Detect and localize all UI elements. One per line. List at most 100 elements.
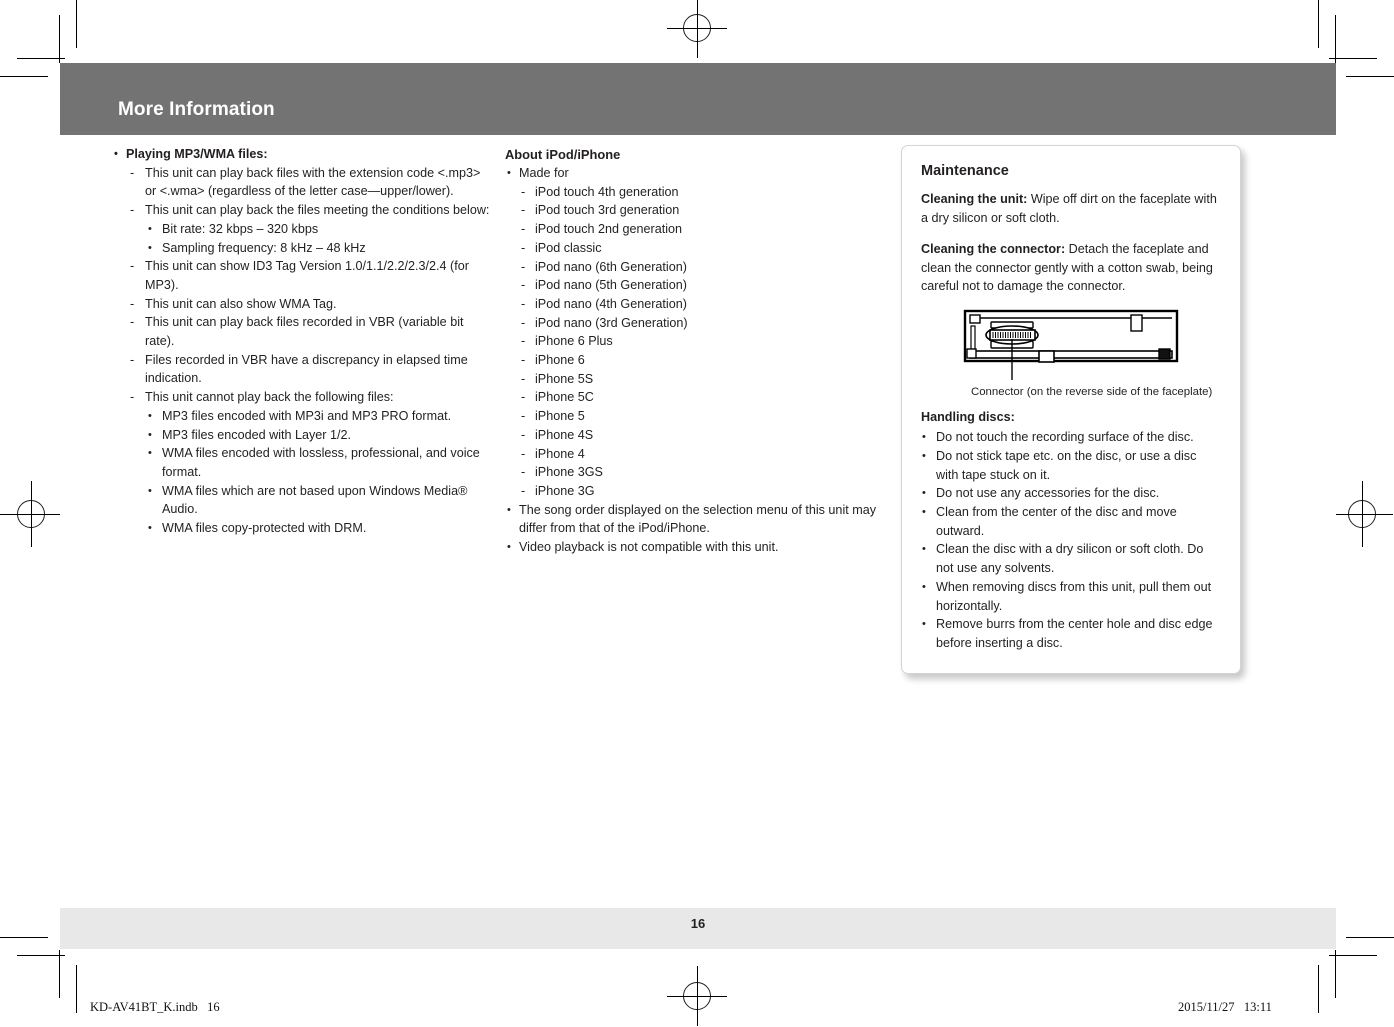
list-item: - iPhone 6 Plus: [505, 332, 877, 351]
list-item-text: iPhone 4: [535, 446, 585, 461]
crop-mark-tr-horizontal-outer: [1346, 76, 1394, 77]
bullet-dash-icon: -: [521, 296, 526, 311]
list-item: - iPhone 4S: [505, 426, 877, 445]
print-slug-timestamp: 2015/11/27 13:11: [1178, 1000, 1272, 1014]
bullet-round-icon: •: [507, 167, 511, 179]
list-item: - iPod touch 2nd generation: [505, 220, 877, 239]
list-item: • MP3 files encoded with MP3i and MP3 PR…: [112, 407, 494, 426]
list-item: - iPhone 5: [505, 407, 877, 426]
cleaning-the-unit-paragraph: Cleaning the unit: Wipe off dirt on the …: [921, 190, 1221, 227]
bullet-dash-icon: -: [521, 353, 526, 368]
bullet-dash-icon: -: [521, 483, 526, 498]
column2-heading: About iPod/iPhone: [505, 147, 621, 162]
bullet-round-icon: •: [148, 447, 152, 460]
list-item: • When removing discs from this unit, pu…: [921, 578, 1221, 615]
list-item: - iPod nano (4th Generation): [505, 295, 877, 314]
list-item: - iPod nano (5th Generation): [505, 276, 877, 295]
crop-mark-tr-horizontal-inner: [1329, 58, 1377, 59]
list-item: • Do not touch the recording surface of …: [921, 428, 1221, 447]
column-ipod-iphone: About iPod/iPhone • Made for - iPod touc…: [505, 145, 877, 557]
bullet-dash-icon: -: [521, 409, 526, 424]
list-item: - iPod nano (3rd Generation): [505, 314, 877, 333]
list-item-text: WMA files which are not based upon Windo…: [162, 483, 468, 517]
bullet-dash-icon: -: [130, 352, 135, 367]
bullet-round-icon: •: [922, 618, 926, 631]
bullet-dash-icon: -: [130, 259, 135, 274]
list-item-text: This unit can play back files recorded i…: [145, 315, 464, 349]
list-item: • The song order displayed on the select…: [505, 501, 877, 538]
bullet-dash-icon: -: [521, 315, 526, 330]
print-slug-filename: KD-AV41BT_K.indb 16: [90, 1000, 220, 1014]
bullet-dash-icon: -: [521, 259, 526, 274]
list-item: - iPhone 6: [505, 351, 877, 370]
list-item-text: Bit rate: 32 kbps – 320 kbps: [162, 221, 319, 236]
crop-mark-br-vertical-outer: [1318, 965, 1319, 1013]
bullet-round-icon: •: [922, 431, 926, 444]
crop-mark-bl-vertical-outer: [76, 965, 77, 1013]
bullet-dash-icon: -: [521, 240, 526, 255]
list-item-text: iPod nano (6th Generation): [535, 259, 687, 274]
bullet-round-icon: •: [507, 541, 511, 554]
column1-heading-text: Playing MP3/WMA files:: [126, 147, 268, 161]
list-item: • WMA files which are not based upon Win…: [112, 482, 494, 519]
cleaning-the-unit-label: Cleaning the unit:: [921, 192, 1028, 206]
list-item-text: Remove burrs from the center hole and di…: [936, 617, 1213, 650]
bullet-dash-icon: -: [521, 390, 526, 405]
crop-mark-bl-vertical-inner: [59, 950, 60, 998]
crop-mark-tr-vertical-inner: [1335, 15, 1336, 63]
list-item-text: iPod classic: [535, 240, 602, 255]
bullet-dash-icon: -: [521, 446, 526, 461]
list-item-text: iPhone 4S: [535, 427, 594, 442]
list-item-text: This unit can show ID3 Tag Version 1.0/1…: [145, 259, 469, 292]
list-item: • Clean from the center of the disc and …: [921, 503, 1221, 540]
list-item: • Do not use any accessories for the dis…: [921, 484, 1221, 503]
bullet-round-icon: •: [148, 428, 152, 441]
bullet-round-icon: •: [507, 503, 511, 516]
bullet-round-icon: •: [922, 580, 926, 593]
list-item: - iPhone 5S: [505, 370, 877, 389]
bullet-dash-icon: -: [521, 334, 526, 349]
list-item-text: iPhone 5C: [535, 390, 594, 405]
bullet-dash-icon: -: [521, 222, 526, 237]
list-item: • Video playback is not compatible with …: [505, 538, 877, 557]
crop-mark-tl-vertical-inner: [59, 15, 60, 63]
bullet-dash-icon: -: [130, 296, 135, 311]
bullet-round-icon: •: [148, 222, 152, 235]
list-item-text: This unit can play back files with the e…: [145, 165, 481, 199]
list-item: • WMA files copy-protected with DRM.: [112, 519, 494, 538]
bullet-round-icon: •: [148, 522, 152, 535]
list-item-text: Do not use any accessories for the disc.: [936, 486, 1160, 501]
list-item-text: When removing discs from this unit, pull…: [936, 579, 1212, 613]
cleaning-the-connector-paragraph: Cleaning the connector: Detach the facep…: [921, 240, 1221, 296]
faceplate-figure: [921, 309, 1221, 381]
page-title: More Information: [118, 99, 275, 120]
list-item-text: iPhone 3GS: [535, 465, 603, 480]
bullet-round-icon: •: [114, 148, 118, 160]
bullet-dash-icon: -: [130, 315, 135, 330]
maintenance-callout-box: Maintenance Cleaning the unit: Wipe off …: [901, 145, 1241, 674]
list-item: - iPod touch 4th generation: [505, 183, 877, 202]
list-item-text: This unit cannot play back the following…: [145, 390, 394, 405]
bullet-dash-icon: -: [130, 390, 135, 405]
figure-caption: Connector (on the reverse side of the fa…: [971, 385, 1213, 398]
list-item-text: WMA files copy-protected with DRM.: [162, 521, 367, 536]
cleaning-the-connector-label: Cleaning the connector:: [921, 242, 1066, 257]
bullet-round-icon: •: [922, 449, 926, 462]
list-item: - iPod nano (6th Generation): [505, 258, 877, 277]
list-item-text: iPod touch 3rd generation: [535, 203, 680, 218]
list-item: - iPhone 5C: [505, 388, 877, 407]
list-item: • Bit rate: 32 kbps – 320 kbps: [112, 220, 494, 239]
list-item: • Remove burrs from the center hole and …: [921, 615, 1221, 652]
list-item-text: Clean the disc with a dry silicon or sof…: [936, 542, 1204, 576]
list-item: - This unit can also show WMA Tag.: [112, 295, 494, 314]
list-item: - iPod classic: [505, 239, 877, 258]
bullet-round-icon: •: [148, 409, 152, 422]
list-item-text: iPhone 3G: [535, 483, 595, 498]
list-item: - This unit can play back files with the…: [112, 164, 494, 201]
maintenance-title: Maintenance: [921, 163, 1009, 179]
list-item-text: Sampling frequency: 8 kHz – 48 kHz: [162, 240, 366, 255]
bullet-dash-icon: -: [521, 427, 526, 442]
list-item: - iPhone 3GS: [505, 463, 877, 482]
list-item-text: MP3 files encoded with Layer 1/2.: [162, 427, 352, 442]
bullet-round-icon: •: [922, 543, 926, 556]
